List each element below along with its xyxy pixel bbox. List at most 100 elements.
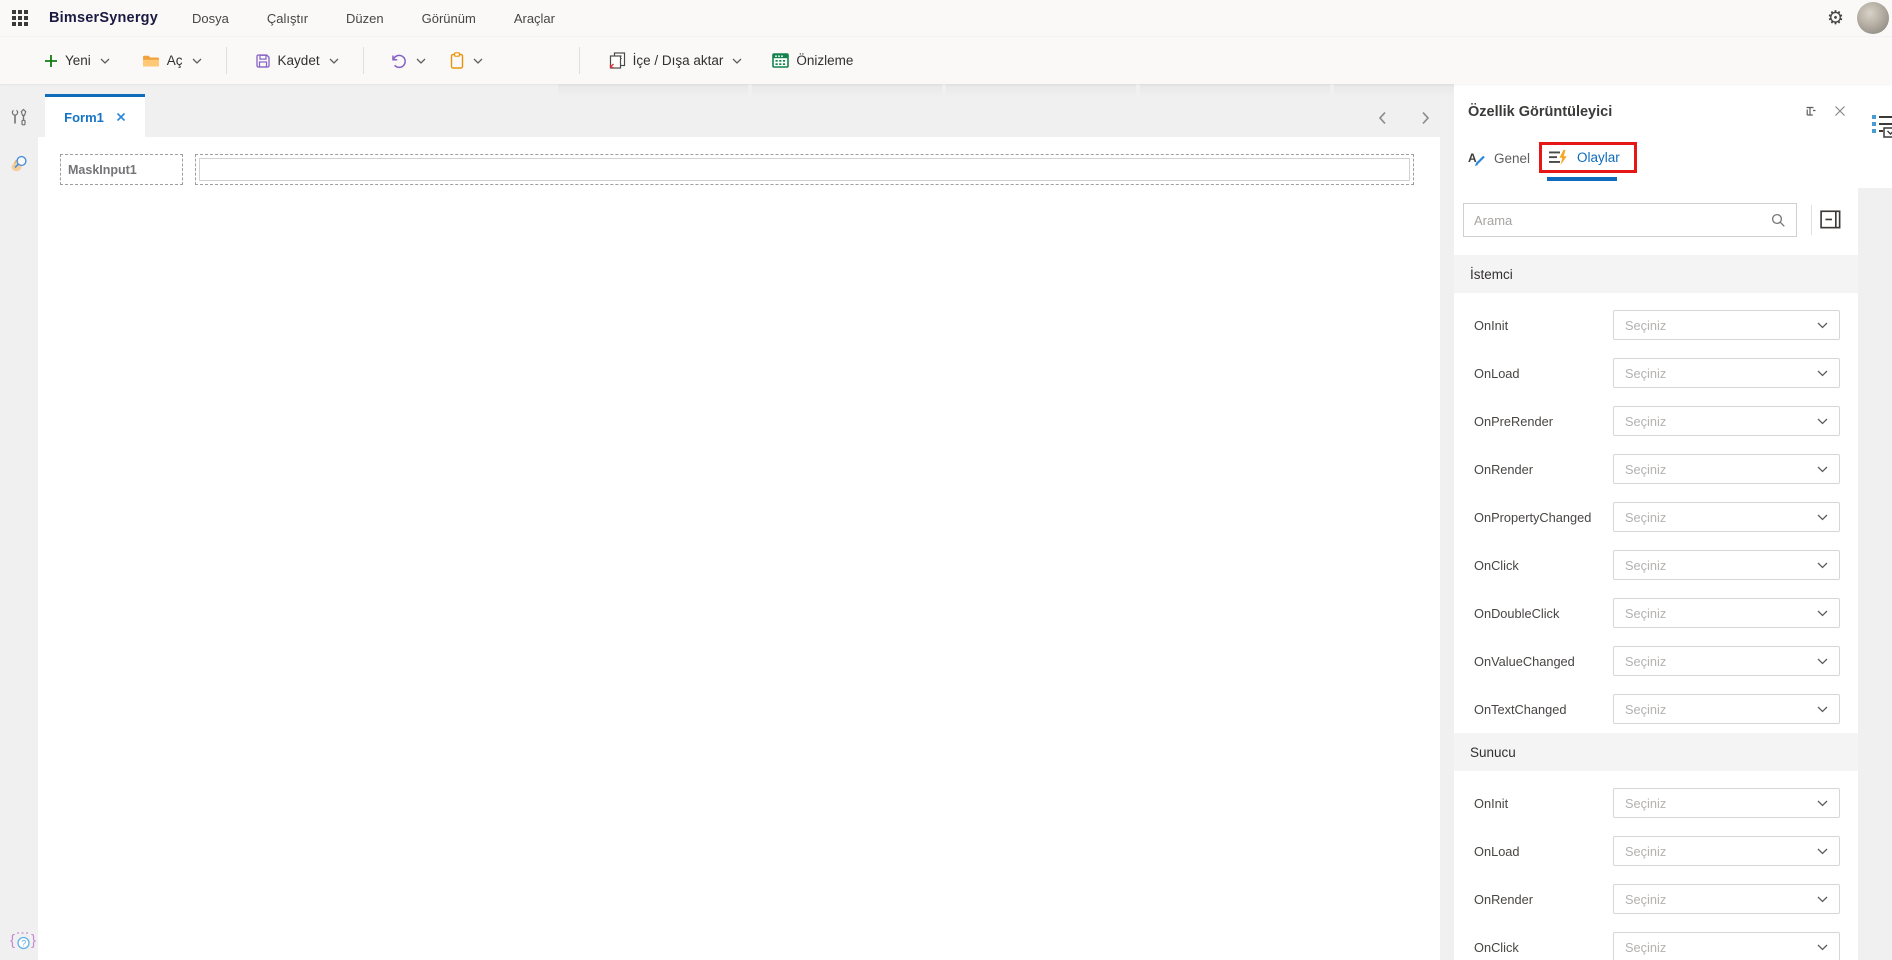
event-select-onrender[interactable]: Seçiniz xyxy=(1613,454,1840,484)
event-label: OnInit xyxy=(1474,795,1509,811)
right-dock-strip xyxy=(1858,84,1892,960)
select-placeholder: Seçiniz xyxy=(1625,509,1667,525)
maskinput-field[interactable] xyxy=(199,158,1410,181)
menu-item-3[interactable]: Görünüm xyxy=(422,11,476,26)
search-input[interactable] xyxy=(1464,212,1771,228)
event-select-onrender[interactable]: Seçiniz xyxy=(1613,884,1840,914)
svg-text:{: { xyxy=(10,932,15,949)
form-canvas[interactable]: MaskInput1 xyxy=(38,137,1440,960)
section-rows-1: OnInit Seçiniz OnLoad Seçiniz OnRender Seçini… xyxy=(1454,771,1858,960)
ghost-shadow xyxy=(558,84,748,97)
paste-button[interactable] xyxy=(446,44,487,78)
event-row: OnPropertyChanged Seçiniz xyxy=(1454,493,1858,541)
open-button[interactable]: Aç xyxy=(138,44,206,78)
toolbar-divider xyxy=(578,47,580,74)
select-placeholder: Seçiniz xyxy=(1625,795,1667,811)
chevron-down-icon xyxy=(329,58,339,64)
property-viewer-panel: Özellik Görüntüleyici A Genel Olaylar Ar… xyxy=(1454,84,1858,960)
settings-gear-icon[interactable]: ⚙ xyxy=(1827,8,1844,28)
tab-scroll-left-icon[interactable] xyxy=(1378,111,1387,125)
panel-search-row xyxy=(1454,203,1858,237)
divider xyxy=(1811,205,1812,235)
section-title: Sunucu xyxy=(1470,744,1516,760)
menu-item-4[interactable]: Araçlar xyxy=(514,11,555,26)
panel-tabs: A Genel Olaylar xyxy=(1454,142,1858,181)
menu-item-0[interactable]: Dosya xyxy=(192,11,229,26)
plus-icon xyxy=(45,54,57,67)
select-placeholder: Seçiniz xyxy=(1625,653,1667,669)
event-label: OnRender xyxy=(1474,461,1534,477)
collapse-section-icon[interactable] xyxy=(1828,270,1842,278)
chevron-down-icon xyxy=(1817,562,1828,568)
menu-item-2[interactable]: Düzen xyxy=(346,11,384,26)
event-select-onload[interactable]: Seçiniz xyxy=(1613,358,1840,388)
properties-list-icon[interactable] xyxy=(1872,114,1892,138)
event-select-ontextchanged[interactable]: Seçiniz xyxy=(1613,694,1840,724)
event-label: OnDoubleClick xyxy=(1474,605,1560,621)
event-label: OnClick xyxy=(1474,939,1519,955)
chevron-down-icon xyxy=(416,58,426,64)
form-tab-label: Form1 xyxy=(64,109,104,125)
event-row: OnValueChanged Seçiniz xyxy=(1454,637,1858,685)
avatar[interactable] xyxy=(1857,2,1889,34)
toolbox-icon[interactable] xyxy=(10,108,29,128)
new-label: Yeni xyxy=(65,53,91,68)
search-icon[interactable] xyxy=(1771,213,1786,228)
form-tab[interactable]: Form1 xyxy=(45,94,145,137)
select-placeholder: Seçiniz xyxy=(1625,365,1667,381)
left-sidebar xyxy=(0,84,38,960)
event-row: OnRender Seçiniz xyxy=(1454,875,1858,923)
collapse-all-icon[interactable] xyxy=(1820,209,1844,231)
pin-icon[interactable] xyxy=(1800,104,1818,120)
tab-close-icon[interactable] xyxy=(116,112,126,122)
undo-button[interactable] xyxy=(386,44,430,78)
select-placeholder: Seçiniz xyxy=(1625,413,1667,429)
toolbar-divider xyxy=(362,47,364,74)
svg-text:}: } xyxy=(31,932,36,949)
menu-item-1[interactable]: Çalıştır xyxy=(267,11,308,26)
event-row: OnDoubleClick Seçiniz xyxy=(1454,589,1858,637)
genel-tab-icon: A xyxy=(1468,151,1485,166)
event-label: OnLoad xyxy=(1474,365,1520,381)
import-export-button[interactable]: İçe / Dışa aktar xyxy=(604,44,747,78)
panel-sections: İstemci OnInit Seçiniz OnLoad Seçiniz OnPreRe… xyxy=(1454,255,1858,960)
active-tab-indicator xyxy=(1547,177,1617,181)
app-launcher-icon[interactable] xyxy=(12,9,29,27)
chevron-down-icon xyxy=(732,58,742,64)
tab-scroll-right-icon[interactable] xyxy=(1421,111,1430,125)
section-title: İstemci xyxy=(1470,266,1513,282)
save-button[interactable]: Kaydet xyxy=(251,44,343,78)
chevron-down-icon xyxy=(1817,800,1828,806)
import-export-doc-icon xyxy=(609,52,625,69)
event-select-oninit[interactable]: Seçiniz xyxy=(1613,788,1840,818)
chevron-down-icon xyxy=(1817,514,1828,520)
tab-genel[interactable]: A Genel xyxy=(1468,150,1530,167)
event-row: OnClick Seçiniz xyxy=(1454,923,1858,960)
event-select-onclick[interactable]: Seçiniz xyxy=(1613,550,1840,580)
maskinput-control-box[interactable] xyxy=(195,154,1414,185)
event-row: OnLoad Seçiniz xyxy=(1454,827,1858,875)
preview-button[interactable]: Önizleme xyxy=(768,44,857,78)
section-header-1[interactable]: Sunucu xyxy=(1454,733,1858,771)
event-select-onprerender[interactable]: Seçiniz xyxy=(1613,406,1840,436)
collapse-section-icon[interactable] xyxy=(1828,748,1842,756)
event-select-onclick[interactable]: Seçiniz xyxy=(1613,932,1840,960)
event-select-onpropertychanged[interactable]: Seçiniz xyxy=(1613,502,1840,532)
close-icon[interactable] xyxy=(1834,105,1846,117)
section-header-0[interactable]: İstemci xyxy=(1454,255,1858,293)
new-button[interactable]: Yeni xyxy=(40,44,114,78)
event-select-ondoubleclick[interactable]: Seçiniz xyxy=(1613,598,1840,628)
event-select-onload[interactable]: Seçiniz xyxy=(1613,836,1840,866)
code-help-icon[interactable]: { } ? xyxy=(9,928,39,952)
event-row: OnInit Seçiniz xyxy=(1454,779,1858,827)
section-rows-0: OnInit Seçiniz OnLoad Seçiniz OnPreRender Seç… xyxy=(1454,293,1858,733)
search-box[interactable] xyxy=(1463,203,1797,237)
inspector-icon[interactable] xyxy=(10,154,29,173)
chevron-down-icon xyxy=(100,58,110,64)
maskinput-label-box[interactable]: MaskInput1 xyxy=(60,154,183,185)
event-select-onvaluechanged[interactable]: Seçiniz xyxy=(1613,646,1840,676)
chevron-down-icon xyxy=(1817,706,1828,712)
select-placeholder: Seçiniz xyxy=(1625,317,1667,333)
editor-area: Form1 MaskInput1 xyxy=(38,84,1524,960)
event-select-oninit[interactable]: Seçiniz xyxy=(1613,310,1840,340)
